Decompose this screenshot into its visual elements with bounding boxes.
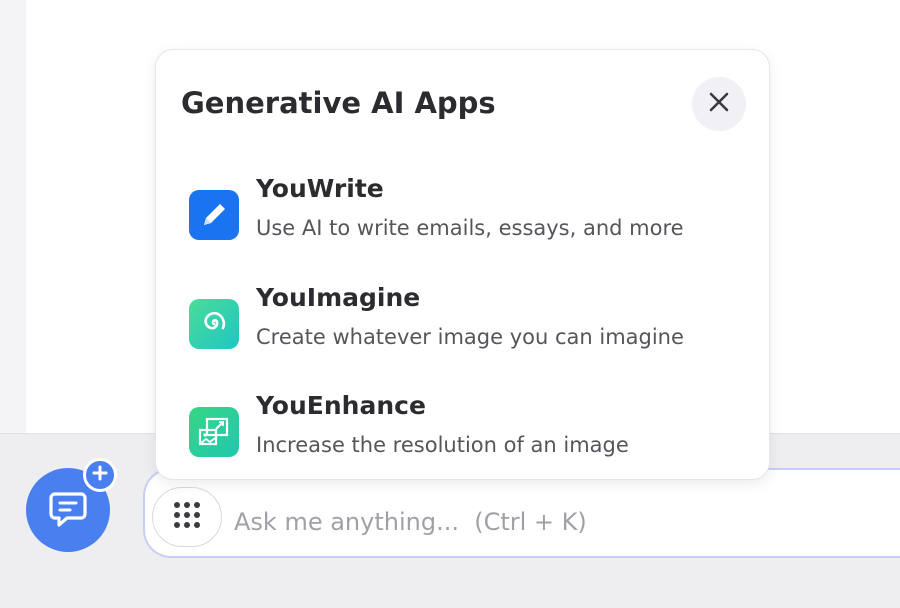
close-button[interactable] <box>692 77 746 131</box>
image-enhance-icon <box>189 407 239 457</box>
app-description: Increase the resolution of an image <box>256 433 629 457</box>
new-chat-plus-badge[interactable] <box>83 458 117 492</box>
generative-ai-apps-popup: Generative AI Apps YouWrite Use AI to wr… <box>155 49 770 480</box>
app-description: Use AI to write emails, essays, and more <box>256 216 684 240</box>
search-input[interactable] <box>234 500 874 544</box>
page: Generative AI Apps YouWrite Use AI to wr… <box>0 0 900 608</box>
app-name: YouWrite <box>256 174 384 203</box>
close-icon <box>708 91 730 117</box>
chat-bubble-icon <box>46 486 90 534</box>
left-strip <box>0 0 26 433</box>
pencil-icon <box>189 190 239 240</box>
app-name: YouEnhance <box>256 391 426 420</box>
app-item-youenhance[interactable]: YouEnhance Increase the resolution of an… <box>186 391 746 475</box>
app-item-youimagine[interactable]: YouImagine Create whatever image you can… <box>186 283 746 367</box>
apps-menu-button[interactable] <box>152 487 222 547</box>
app-item-youwrite[interactable]: YouWrite Use AI to write emails, essays,… <box>186 174 746 258</box>
app-description: Create whatever image you can imagine <box>256 325 684 349</box>
popup-title: Generative AI Apps <box>181 86 496 120</box>
grid-dots-icon <box>170 498 204 536</box>
spiral-icon <box>189 299 239 349</box>
app-name: YouImagine <box>256 283 421 312</box>
plus-icon <box>91 464 109 486</box>
